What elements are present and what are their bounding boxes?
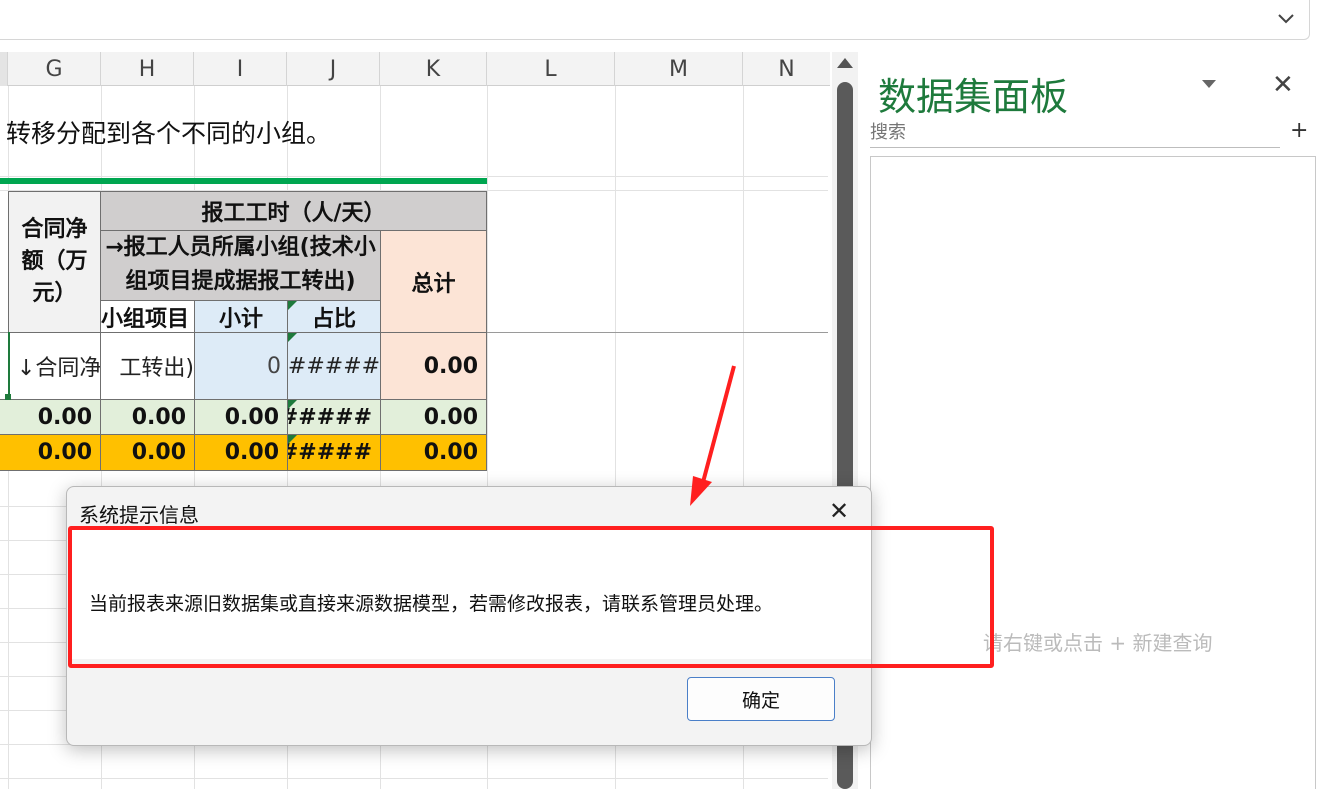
close-icon[interactable]: ✕ bbox=[1272, 70, 1294, 100]
column-header-l[interactable]: L bbox=[487, 52, 615, 86]
cell-row1-total[interactable]: 0.00 bbox=[380, 332, 487, 400]
cell-comment-marker bbox=[288, 435, 297, 444]
selection-border bbox=[0, 332, 10, 398]
cell-row3-contract[interactable]: 0.00 bbox=[0, 434, 101, 471]
header-contract-amount[interactable]: 合同净额（万元） bbox=[8, 191, 101, 333]
cell-row2-total[interactable]: 0.00 bbox=[380, 399, 487, 435]
cell-comment-marker bbox=[288, 333, 297, 342]
empty-hint: 请右键或点击 + 新建查询 bbox=[983, 631, 1213, 655]
cell-row3-subtotal[interactable]: 0.00 bbox=[194, 434, 288, 471]
cell-row2-subtotal[interactable]: 0.00 bbox=[194, 399, 288, 435]
column-header-i[interactable]: I bbox=[194, 52, 287, 86]
column-header-partial[interactable] bbox=[0, 52, 8, 86]
column-header-j[interactable]: J bbox=[287, 52, 380, 86]
cell-row3-group[interactable]: 0.00 bbox=[100, 434, 195, 471]
add-query-button[interactable]: + bbox=[1290, 118, 1308, 143]
column-header-row: G H I J K L M N bbox=[0, 52, 830, 86]
cell-row2-group[interactable]: 0.00 bbox=[100, 399, 195, 435]
cell-row3-ratio[interactable]: ##### bbox=[287, 434, 381, 471]
dialog-close-icon[interactable]: ✕ bbox=[829, 497, 849, 525]
dataset-panel: 数据集面板 ✕ + 请右键或点击 + 新建查询 bbox=[862, 52, 1322, 789]
column-header-k[interactable]: K bbox=[380, 52, 487, 86]
chevron-down-icon[interactable] bbox=[1273, 6, 1299, 32]
cell-comment-marker bbox=[288, 301, 297, 310]
accent-bar bbox=[0, 178, 487, 184]
caret-down-icon[interactable] bbox=[1202, 80, 1216, 88]
arrow-up-icon[interactable] bbox=[837, 58, 853, 68]
cell-row1-group[interactable]: 工转出) bbox=[100, 332, 195, 400]
cell-row1-subtotal[interactable]: 0 bbox=[194, 332, 288, 400]
column-header-n[interactable]: N bbox=[743, 52, 830, 86]
header-sub-ratio[interactable]: 占比 bbox=[287, 300, 381, 333]
dataset-list[interactable]: 请右键或点击 + 新建查询 bbox=[870, 156, 1316, 789]
selection-fill-handle[interactable] bbox=[5, 394, 11, 400]
search-input[interactable] bbox=[870, 118, 1280, 148]
header-work-hours[interactable]: 报工工时（人/天） bbox=[100, 191, 487, 231]
header-sub-subtotal[interactable]: 小计 bbox=[194, 300, 288, 333]
header-sub-group-project[interactable]: 小组项目 bbox=[100, 300, 195, 333]
header-total[interactable]: 总计 bbox=[380, 230, 487, 333]
ok-button[interactable]: 确定 bbox=[687, 677, 835, 721]
header-group-description[interactable]: →报工人员所属小组(技术小组项目提成据报工转出) bbox=[100, 230, 381, 301]
cell-row1-contract[interactable]: ↓合同净 bbox=[8, 332, 101, 400]
column-header-h[interactable]: H bbox=[101, 52, 194, 86]
annotation-highlight-box bbox=[68, 526, 994, 668]
cell-row3-total[interactable]: 0.00 bbox=[380, 434, 487, 471]
column-header-g[interactable]: G bbox=[8, 52, 101, 86]
cell-comment-marker bbox=[288, 400, 297, 409]
sheet-title-text: 转移分配到各个不同的小组。 bbox=[6, 119, 332, 148]
cell-row2-ratio[interactable]: ##### bbox=[287, 399, 381, 435]
column-header-m[interactable]: M bbox=[615, 52, 743, 86]
formula-bar[interactable] bbox=[0, 0, 1310, 40]
panel-title: 数据集面板 bbox=[878, 75, 1069, 119]
cell-row2-contract[interactable]: 0.00 bbox=[0, 399, 101, 435]
cell-row1-ratio[interactable]: ##### bbox=[287, 332, 381, 400]
dialog-title: 系统提示信息 bbox=[79, 503, 199, 527]
